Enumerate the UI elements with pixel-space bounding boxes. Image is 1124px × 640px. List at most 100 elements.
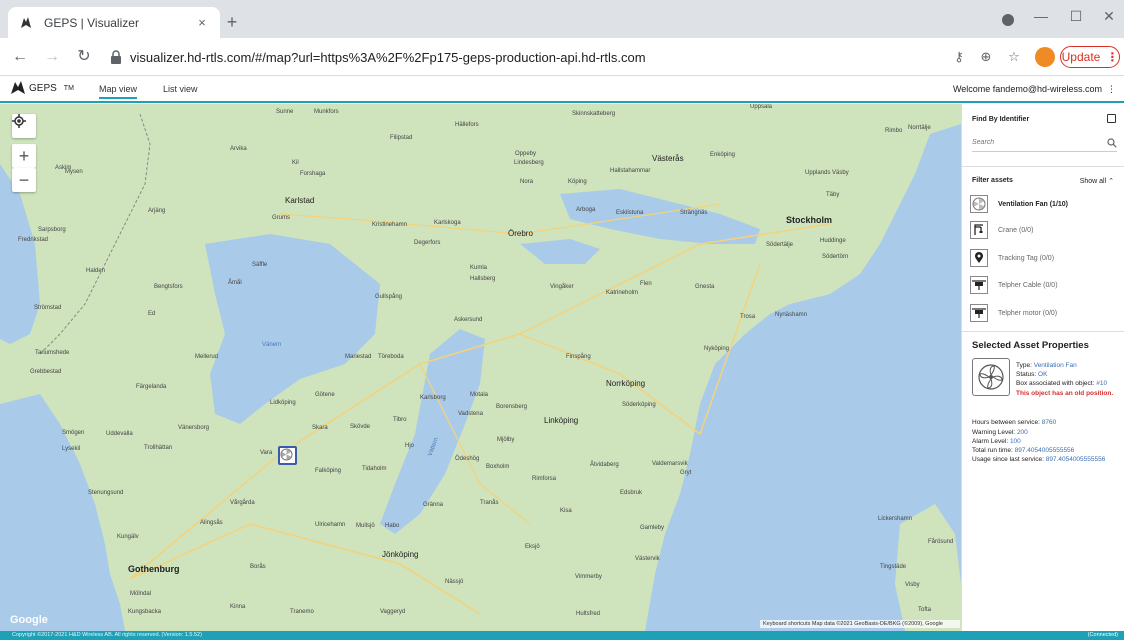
map-label-mellerud: Mellerud (195, 354, 219, 360)
geps-logo[interactable]: GEPS TM (10, 81, 74, 95)
map-label-habo: Habo (385, 523, 400, 529)
browser-tab[interactable]: GEPS | Visualizer × (8, 7, 220, 38)
map-label-hallstahammar: Hallstahammar (610, 168, 651, 174)
my-location-button[interactable] (12, 114, 36, 138)
window-minimize-button[interactable]: — (1026, 8, 1056, 24)
map-label-kungalv: Kungälv (117, 534, 139, 540)
filter-item-tracking-tag[interactable]: Tracking Tag (0/0) (970, 246, 1120, 270)
usage-label: Usage since last service: (972, 456, 1044, 463)
selected-asset-title: Selected Asset Properties (972, 340, 1089, 351)
runtime-value: 897.4054005555556 (1014, 447, 1075, 454)
map-label-ulricehamn: Ulricehamn (315, 522, 346, 528)
export-icon[interactable] (1107, 114, 1116, 123)
asset-marker-ventilation-fan[interactable] (278, 446, 297, 465)
map-label-skovde: Skövde (350, 424, 371, 430)
filter-item-ventilation-fan[interactable]: Ventilation Fan (1/10) (970, 192, 1120, 216)
tab-list-view[interactable]: List view (163, 84, 198, 94)
asset-type: Type: Ventilation Fan (1016, 362, 1077, 369)
chrome-media-icon[interactable] (1002, 14, 1014, 26)
crane-icon (970, 221, 988, 239)
tab-title: GEPS | Visualizer (44, 15, 139, 30)
back-arrow-icon[interactable]: ← (10, 47, 30, 67)
forward-arrow-icon[interactable]: → (42, 47, 62, 67)
user-menu-icon[interactable]: ⋮ (1107, 84, 1116, 94)
filter-item-telpher-motor[interactable]: Telpher motor (0/0) (970, 301, 1120, 325)
map-label-vimmerby: Vimmerby (575, 574, 602, 580)
map-label-ed: Ed (148, 311, 156, 317)
window-close-button[interactable]: ✕ (1094, 8, 1124, 25)
fan-icon (978, 364, 1004, 390)
map-label-huddinge: Huddinge (820, 238, 846, 244)
url-omnibox[interactable]: visualizer.hd-rtls.com/#/map?url=https%3… (110, 45, 930, 69)
type-label: Type: (1016, 362, 1032, 369)
map-label-nora: Nora (520, 179, 534, 185)
map-label-gullspang: Gullspång (375, 294, 403, 300)
map-label-mariestad: Mariestad (345, 354, 372, 360)
map-label-grebbestad: Grebbestad (30, 369, 62, 375)
map-label-finspang: Finspång (566, 354, 591, 360)
map-label-stromstad: Strömstad (34, 305, 62, 311)
search-icon[interactable] (1107, 137, 1117, 148)
filter-item-crane[interactable]: Crane (0/0) (970, 218, 1120, 242)
tab-close-icon[interactable]: × (194, 15, 210, 30)
map-label-lysekil: Lysekil (62, 446, 81, 452)
map-label-trollhattan: Trollhättan (144, 445, 173, 451)
welcome-user[interactable]: Welcome fandemo@hd-wireless.com ⋮ (953, 84, 1116, 95)
bookmark-star-icon[interactable]: ☆ (1005, 48, 1023, 66)
profile-avatar[interactable] (1035, 47, 1055, 67)
alarm-label: Alarm Level: (972, 438, 1009, 445)
map-label-karlskoga: Karlskoga (434, 220, 461, 226)
alarm-value: 100 (1009, 438, 1021, 445)
zoom-icon[interactable]: ⊕ (977, 48, 995, 66)
map-label-boxholm: Boxholm (486, 464, 510, 470)
show-all-toggle[interactable]: Show all ⌃ (1080, 177, 1114, 185)
zoom-out-button[interactable]: − (12, 168, 36, 192)
map-label-tranemo: Tranemo (290, 609, 314, 615)
reload-icon[interactable]: ↻ (74, 47, 94, 67)
map-label-upplands-vasby: Upplands Väsby (805, 170, 849, 176)
map-label-stenungsund: Stenungsund (88, 490, 124, 496)
usage-value: 897.4054005555556 (1045, 456, 1106, 463)
map-label-borensberg: Borensberg (496, 404, 528, 410)
lock-icon (111, 50, 121, 64)
map-label-amal: Åmål (228, 280, 242, 286)
map-label-jonkoping: Jönköping (382, 550, 419, 559)
zoom-in-button[interactable]: + (12, 144, 36, 168)
map-label-kil: Kil (292, 160, 299, 166)
map-label-farosund: Fårösund (928, 539, 954, 545)
search-field[interactable] (972, 134, 1117, 152)
hours-between-service: Hours between service: 8760 (972, 419, 1056, 426)
new-tab-button[interactable]: + (222, 13, 242, 33)
logo-tm: TM (63, 84, 74, 92)
filter-item-telpher-cable[interactable]: Telpher Cable (0/0) (970, 273, 1120, 297)
map-label-flen: Flen (640, 281, 652, 287)
map-label-karlsborg: Karlsborg (420, 395, 446, 401)
map-label-eksjo: Eksjö (525, 544, 540, 550)
map-label-tidaholm: Tidaholm (362, 466, 387, 472)
map-label-nassjo: Nässjö (445, 579, 464, 585)
map-label-tingstade: Tingstäde (880, 564, 907, 570)
map-terrain (0, 104, 961, 631)
map-label-gamleby: Gamleby (640, 525, 665, 531)
side-panel: Find By Identifier Filter assets Show al… (961, 104, 1124, 631)
map-label-fredrikstad: Fredrikstad (18, 237, 49, 243)
map-attribution[interactable]: Keyboard shortcuts Map data ©2021 GeoBas… (760, 620, 960, 628)
map-label-valdemarsvik: Valdemarsvik (652, 461, 688, 467)
map-label-arboga: Arboga (576, 207, 596, 213)
map-label-askim: Askim (55, 165, 72, 171)
search-input[interactable] (972, 139, 1092, 146)
tab-map-view[interactable]: Map view (99, 84, 138, 99)
copyright-text: Copyright ©2017-2021 H&D Wireless AB. Al… (12, 632, 202, 638)
asset-box: Box associated with object: #10 (1016, 380, 1107, 387)
map-canvas[interactable]: Stockholm Gothenburg Örebro Västerås Kar… (0, 104, 961, 631)
map-label-alingsas: Alingsås (200, 520, 223, 526)
chrome-update-button[interactable]: Update ⋮ (1060, 46, 1120, 68)
window-maximize-button[interactable]: ☐ (1061, 8, 1091, 25)
map-label-tibro: Tibro (393, 417, 407, 423)
map-label-mjolby: Mjölby (497, 437, 515, 443)
key-icon[interactable]: ⚷ (950, 48, 968, 66)
box-value[interactable]: #10 (1096, 380, 1107, 387)
map-label-gotene: Götene (315, 392, 335, 398)
filter-label: Telpher Cable (0/0) (998, 281, 1058, 289)
map-label-lickershamn: Lickershamn (878, 516, 913, 522)
